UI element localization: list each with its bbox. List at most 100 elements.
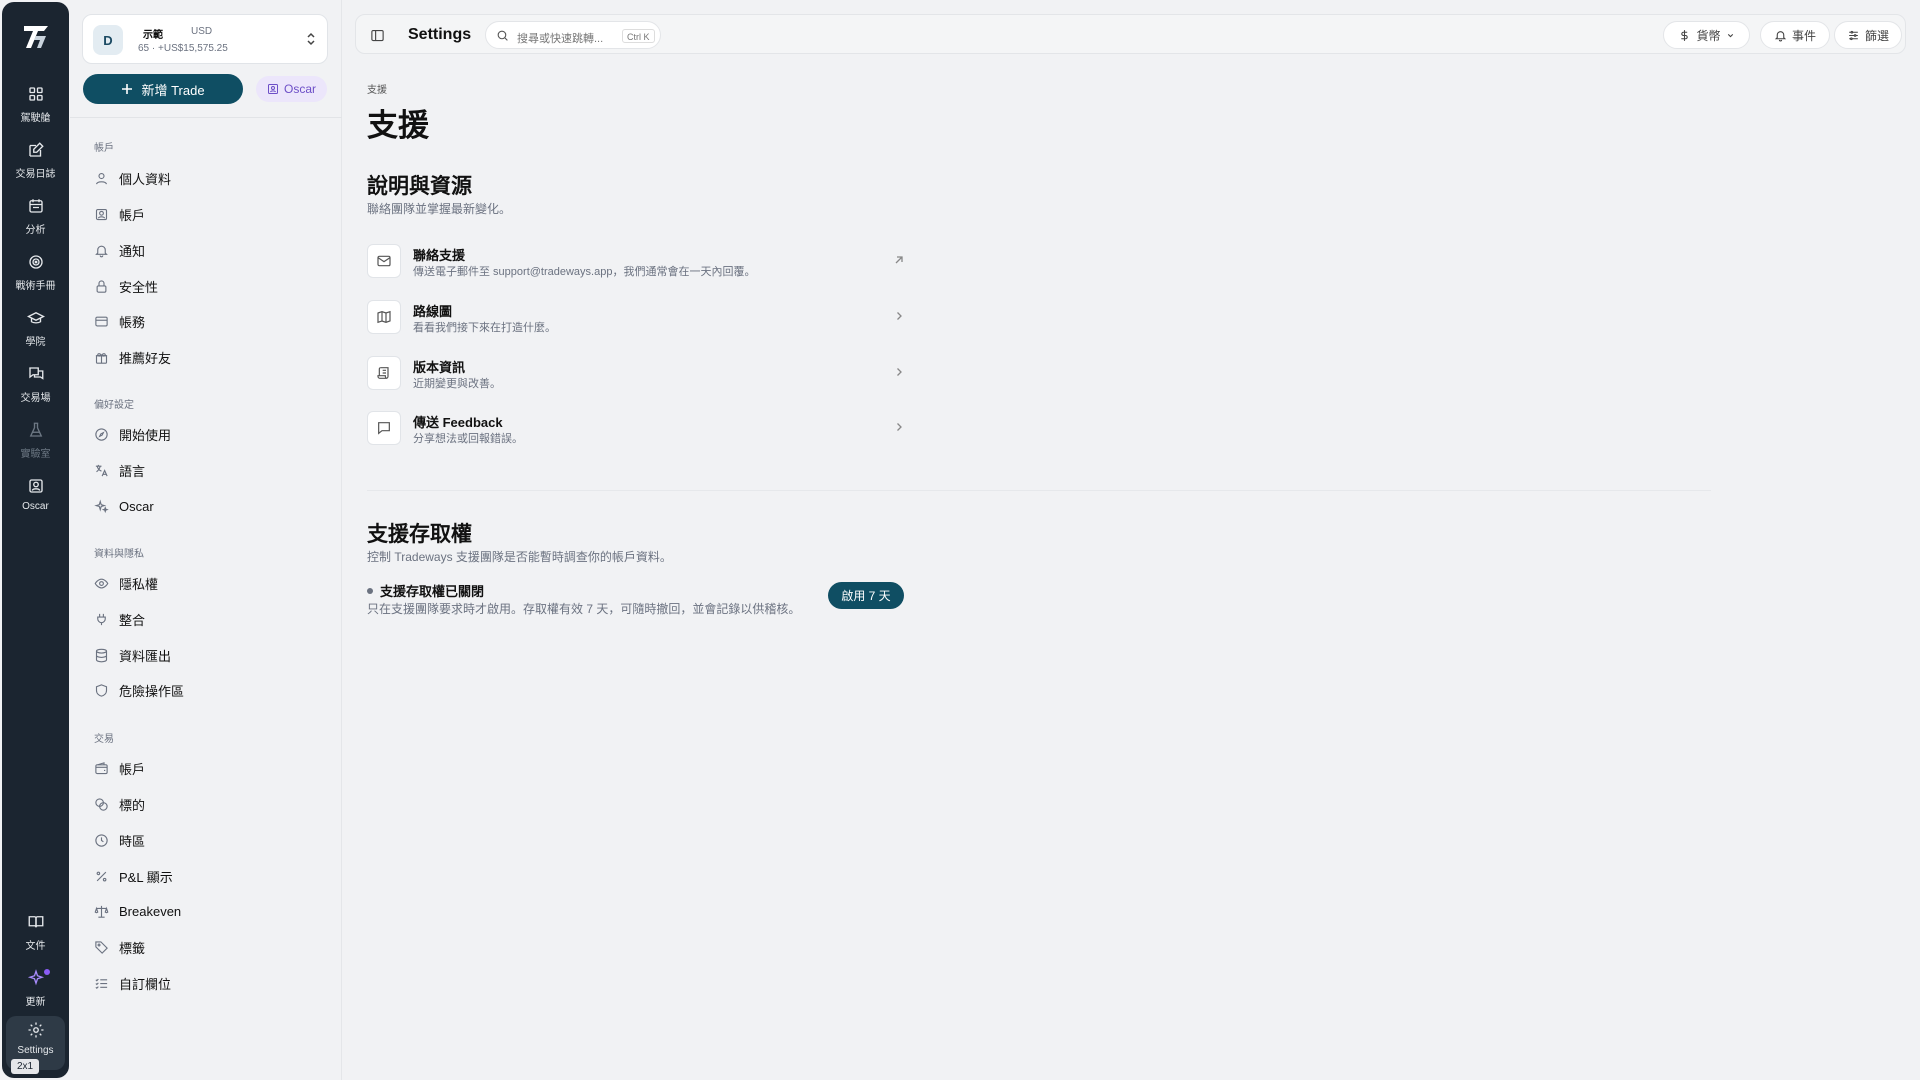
new-trade-button[interactable]: 新增 Trade: [83, 74, 243, 104]
rail-item-oscar[interactable]: Oscar: [6, 472, 65, 524]
dollar-icon: [1681, 29, 1689, 41]
list-check-icon: [95, 978, 108, 989]
send-feedback-row[interactable]: 傳送 Feedback 分享想法或回報錯誤。: [367, 409, 905, 449]
account-currency: USD: [191, 26, 213, 37]
roadmap-icon-box: [367, 300, 401, 334]
sidebar-item-data-export[interactable]: 資料匯出: [94, 644, 171, 666]
dashboard-icon: [28, 87, 43, 101]
sidebar-item-label: 語言: [119, 463, 146, 479]
sidebar-item-label: 自訂欄位: [119, 976, 172, 992]
sidebar-item-breakeven[interactable]: Breakeven: [94, 900, 181, 922]
chevron-right-icon: [897, 312, 902, 320]
filter-label: 篩選: [1864, 28, 1889, 43]
roadmap-row[interactable]: 路線圖 看看我們接下來在打造什麼。: [367, 298, 905, 338]
sparkle-icon: [27, 969, 44, 986]
chat-icon: [28, 367, 43, 380]
release-notes-icon-box: [367, 356, 401, 390]
rail-item-academy[interactable]: 學院: [6, 304, 65, 356]
status-dot: [367, 587, 373, 594]
sidebar-item-billing[interactable]: 帳務: [94, 310, 145, 332]
filter-button[interactable]: 篩選: [1834, 21, 1902, 49]
sidebar-item-label: 時區: [119, 833, 146, 849]
sidebar-item-security[interactable]: 安全性: [94, 275, 158, 297]
account-switcher[interactable]: D 示範 USD 65 · +US$15,575.25: [82, 14, 328, 64]
release-notes-row[interactable]: 版本資訊 近期變更與改善。: [367, 354, 905, 394]
rail-label: 交易場: [20, 393, 51, 404]
plug-icon: [97, 613, 106, 625]
tradeways-logo-icon[interactable]: [19, 20, 53, 54]
rail-item-trading-floor[interactable]: 交易場: [6, 360, 65, 412]
percent-icon: [96, 871, 107, 881]
sidebar-item-account[interactable]: 帳戶: [94, 203, 145, 225]
sidebar-toggle-button[interactable]: [366, 24, 388, 46]
book-icon: [28, 916, 43, 928]
sidebar-item-privacy[interactable]: 隱私權: [94, 572, 158, 594]
account-balance: 65 · +US$15,575.25: [138, 43, 228, 54]
gear-icon: [28, 1022, 43, 1038]
enable-support-access-button[interactable]: 啟用 7 天: [828, 582, 904, 609]
scroll-icon: [377, 367, 389, 379]
sidebar-item-integrations[interactable]: 整合: [94, 608, 145, 630]
page-title: Settings: [408, 26, 472, 43]
sidebar-item-pnl-display[interactable]: P&L 顯示: [94, 865, 173, 887]
sidebar-item-language[interactable]: 語言: [94, 459, 145, 481]
contact-support-desc: 傳送電子郵件至 support@tradeways.app，我們通常會在一天內回…: [413, 266, 756, 278]
sidebar-item-oscar[interactable]: Oscar: [94, 495, 154, 517]
roadmap-title: 路線圖: [413, 304, 453, 319]
rail-label: 學院: [25, 337, 46, 348]
icon-rail: 駕駛艙 交易日誌 分析 戰術手冊 學院 交易場 實驗室 Oscar 文件 更新 …: [2, 2, 69, 1078]
sidebar-item-label: 標的: [119, 797, 146, 813]
sidebar-item-notifications[interactable]: 通知: [94, 239, 145, 261]
sidebar-item-symbols[interactable]: 標的: [94, 793, 145, 815]
settings-sidebar: D 示範 USD 65 · +US$15,575.25 新增 Trade Osc…: [70, 0, 342, 1080]
currency-dropdown[interactable]: 貨幣: [1663, 21, 1750, 49]
sidebar-item-profile[interactable]: 個人資料: [94, 167, 171, 189]
rail-item-updates[interactable]: 更新: [6, 964, 65, 1016]
rail-label: 分析: [25, 225, 46, 236]
events-button[interactable]: 事件: [1760, 21, 1830, 49]
sidebar-item-label: 資料匯出: [119, 648, 172, 664]
lock-icon: [96, 279, 107, 293]
sidebar-item-label: 隱私權: [119, 576, 159, 592]
mail-icon: [377, 255, 391, 267]
search-icon: [497, 30, 508, 41]
sidebar-item-custom-fields[interactable]: 自訂欄位: [94, 972, 171, 994]
user-icon: [95, 172, 108, 184]
rail-item-journal[interactable]: 交易日誌: [6, 136, 65, 188]
sidebar-item-label: P&L 顯示: [119, 869, 173, 885]
contact-support-row[interactable]: 聯絡支援 傳送電子郵件至 support@tradeways.app，我們通常會…: [367, 242, 905, 282]
bell-icon: [95, 245, 108, 257]
search-shortcut-hint: Ctrl K: [622, 29, 655, 43]
rail-item-lab[interactable]: 實驗室: [6, 416, 65, 468]
sidebar-item-label: 個人資料: [119, 171, 172, 187]
sidebar-item-referral[interactable]: 推薦好友: [94, 346, 171, 368]
rail-label: 戰術手冊: [15, 281, 56, 292]
sidebar-item-getting-started[interactable]: 開始使用: [94, 423, 171, 445]
rail-item-analytics[interactable]: 分析: [6, 192, 65, 244]
release-notes-title: 版本資訊: [413, 360, 466, 375]
section-title-data-privacy: 資料與隱私: [94, 549, 144, 560]
sidebar-item-timezone[interactable]: 時區: [94, 829, 145, 851]
rail-item-playbook[interactable]: 戰術手冊: [6, 248, 65, 300]
chevron-right-icon: [897, 423, 902, 431]
update-indicator-dot: [44, 969, 50, 975]
id-card-icon: [95, 208, 108, 220]
rail-item-docs[interactable]: 文件: [6, 908, 65, 960]
top-bar: Settings 搜尋或快速跳轉... Ctrl K 貨幣 事件 篩選: [355, 14, 1906, 54]
account-name: 示範: [143, 30, 163, 41]
sidebar-item-tags[interactable]: 標籤: [94, 936, 145, 958]
contact-support-title: 聯絡支援: [413, 248, 466, 263]
sidebar-item-label: 通知: [119, 243, 146, 259]
search-input[interactable]: 搜尋或快速跳轉... Ctrl K: [485, 21, 661, 49]
sidebar-toggle-icon: [370, 29, 384, 41]
rail-item-dashboard[interactable]: 駕駛艙: [6, 80, 65, 132]
coins-icon: [95, 797, 108, 811]
sidebar-item-label: 安全性: [119, 279, 159, 295]
wallet-icon: [95, 761, 108, 774]
database-icon: [95, 648, 108, 662]
section-title-preferences: 偏好設定: [94, 400, 134, 411]
sliders-icon: [1849, 30, 1858, 40]
oscar-button[interactable]: Oscar: [256, 76, 327, 102]
sidebar-item-danger-zone[interactable]: 危險操作區: [94, 679, 184, 701]
sidebar-item-trading-accounts[interactable]: 帳戶: [94, 757, 145, 779]
